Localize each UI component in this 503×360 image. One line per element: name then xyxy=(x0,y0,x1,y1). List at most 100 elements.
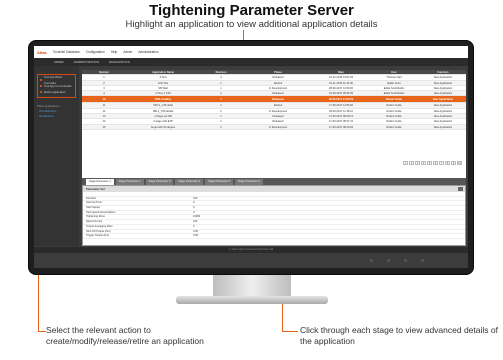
table-cell: 4 stage with ETP xyxy=(153,120,173,124)
table-cell: Thomas Vahl xyxy=(386,76,402,80)
page-button[interactable]: 4 xyxy=(421,161,426,165)
detail-key: Start Up Time xyxy=(86,201,102,205)
app-logo: Atlas xyxy=(37,49,47,55)
table-cell: 10 xyxy=(102,98,106,102)
table-cell: 11 xyxy=(102,104,106,108)
column-header: Revision xyxy=(215,71,227,74)
table-cell: 2 xyxy=(220,109,222,113)
top-menu-item[interactable]: Admin xyxy=(123,50,132,54)
top-menu-item[interactable]: ToolsNet Database xyxy=(53,50,80,54)
table-cell: 3 xyxy=(103,86,105,90)
table-cell: New Application xyxy=(432,98,454,102)
table-cell: Robert Grafe xyxy=(386,98,402,102)
sidebar-link[interactable]: All Versions xyxy=(39,114,74,118)
table-cell: Released xyxy=(272,120,284,124)
table-cell: 17-05-2017 14:56:00 xyxy=(328,104,354,108)
table-cell: 1 xyxy=(220,81,222,85)
detail-key xyxy=(83,192,193,196)
table-cell: Eddie Scott/Sabin xyxy=(383,92,405,96)
monitor-button[interactable] xyxy=(404,259,407,262)
table-cell: Released xyxy=(272,115,284,119)
top-menu-item[interactable]: Help xyxy=(111,50,118,54)
monitor-stand xyxy=(213,275,291,297)
detail-key: Speed (1/min) xyxy=(86,220,103,224)
monitor-base xyxy=(176,296,328,304)
page-button[interactable]: 3 xyxy=(415,161,420,165)
table-cell: New Application xyxy=(433,125,453,129)
page-button[interactable]: 2 xyxy=(409,161,414,165)
detail-value: 0 xyxy=(193,206,195,210)
column-header: User xyxy=(391,71,397,74)
detail-value: CW xyxy=(193,196,198,200)
table-row[interactable]: 15 Angel with 60 degree 1 In Development 17-… xyxy=(82,124,466,130)
table-cell: Angel with 60 degree xyxy=(150,125,176,129)
detail-key: Shut Off Torque (Nm) xyxy=(86,229,111,233)
status-bar: © Atlas Copco Industrial Technique AB xyxy=(34,247,468,253)
tab-diagnostics[interactable]: DIAGNOSTICS xyxy=(109,60,130,64)
column-header: Number xyxy=(99,71,109,74)
table-cell: 1 xyxy=(103,76,105,80)
table-cell: 4 Stage ver DB xyxy=(154,115,172,119)
export-icon[interactable] xyxy=(458,187,463,191)
table-cell: 4 Time 1 T&S xyxy=(155,92,171,96)
table-cell: 01-11-2015 11:42:09 xyxy=(329,81,353,85)
table-cell: New Application xyxy=(433,120,453,124)
table-cell: In Development xyxy=(268,109,288,113)
detail-key: Tightening Done xyxy=(86,215,105,219)
table-cell: 1 xyxy=(220,125,222,129)
table-cell: 1 xyxy=(220,115,222,119)
bullet-icon xyxy=(40,91,42,93)
table-cell: 4 xyxy=(220,76,222,80)
table-cell: 1 xyxy=(220,86,222,90)
table-cell: 17-03-2017 08:37:41 xyxy=(328,120,354,124)
page-button[interactable]: 8 xyxy=(445,161,450,165)
pagination: 1 2 3 4 5 6 7 8 9 10 xyxy=(403,161,462,165)
table-cell: 2 xyxy=(103,81,105,85)
top-menu-item[interactable]: Configuration xyxy=(86,50,105,54)
page-title: Tightening Parameter Server xyxy=(149,2,354,19)
table-cell: JAN Test xyxy=(157,81,169,85)
table-cell: SBL1_T.05-delta2 xyxy=(152,109,174,113)
sidebar-link[interactable]: On Hold Appl... xyxy=(39,109,74,113)
table-cell: 09-06-2017 14:00:00 xyxy=(328,98,354,102)
page-subtitle: Highlight an application to view additio… xyxy=(125,19,378,30)
page-button[interactable]: 9 xyxy=(451,161,456,165)
detail-value: 0 xyxy=(193,201,195,205)
callout-line-left-h xyxy=(38,331,46,332)
table-cell: 12 xyxy=(102,109,106,113)
detail-value: 0 xyxy=(193,224,195,228)
app-top-bar: Atlas ToolsNet Database Configuration He… xyxy=(34,46,468,58)
detail-key: Trigger Torque (Nm) xyxy=(86,234,110,238)
page-button[interactable]: 5 xyxy=(427,161,432,165)
table-cell: 01-12-2015 13:51:05 xyxy=(328,76,354,80)
page-button[interactable]: 10 xyxy=(457,161,462,165)
table-cell: Robert Grafe xyxy=(386,109,402,113)
tab-admin[interactable]: ADMIN xyxy=(54,60,64,64)
action-item[interactable]: Retire Application xyxy=(40,89,73,95)
tab-administration[interactable]: ADMINISTRATION xyxy=(74,60,99,64)
monitor-button[interactable] xyxy=(370,259,373,262)
callout-stages: Click through each stage to view advance… xyxy=(300,325,498,346)
table-cell: 28-09-2017 14:36:00 xyxy=(328,86,354,90)
monitor-button[interactable] xyxy=(387,259,390,262)
table-cell: New Application xyxy=(433,115,453,119)
table-cell: 01-09-2017 09:36:05 xyxy=(328,92,354,96)
table-cell: 09-05-2017 11:48:10 xyxy=(329,109,353,113)
page-button[interactable]: 1 xyxy=(403,161,408,165)
page-button[interactable]: 7 xyxy=(439,161,444,165)
table-row-selected[interactable]: 10 TMS-ProMixx 7 Released 09-06-2017 14:00:0… xyxy=(82,96,466,104)
table-cell: Robert Grafe xyxy=(386,115,402,119)
column-header: Application Name xyxy=(152,71,174,74)
monitor-button[interactable] xyxy=(421,259,424,262)
page-button[interactable]: 6 xyxy=(433,161,438,165)
action-panel: Tool App Basic Controller Tool App for C… xyxy=(37,74,76,98)
sidebar: Tool App Basic Controller Tool App for C… xyxy=(34,66,79,246)
stage-tabs: Stage Parameter 1 Stage Parameter 2 Stage … xyxy=(82,178,466,185)
column-header: Function xyxy=(437,71,449,74)
top-menu-item[interactable]: Administration xyxy=(138,50,158,54)
table-cell: In Development xyxy=(268,125,288,129)
applications-table: Number Application Name Revision Phase Date U… xyxy=(82,70,466,130)
table-cell: 2 xyxy=(220,92,222,96)
table-cell: 4 Test xyxy=(159,76,167,80)
table-cell: 1 xyxy=(220,120,222,124)
